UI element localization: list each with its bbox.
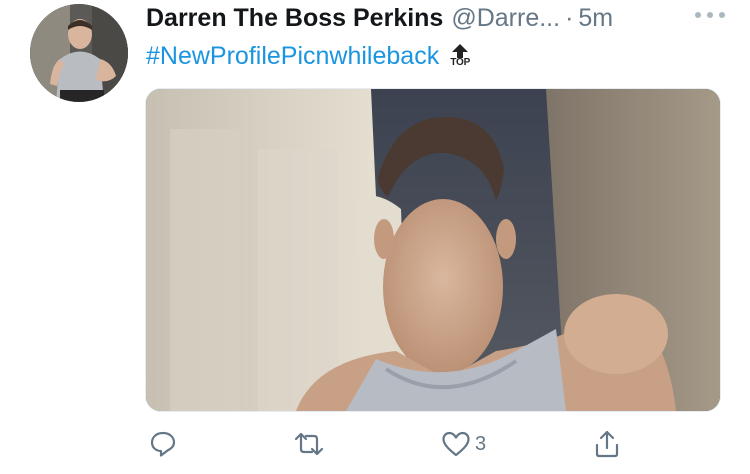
share-button[interactable]	[593, 424, 621, 464]
avatar[interactable]	[30, 4, 128, 102]
heart-icon	[442, 431, 470, 457]
tweet-header: Darren The Boss Perkins @Darre... · 5m	[146, 4, 736, 38]
more-options-icon[interactable]	[692, 8, 728, 22]
user-handle[interactable]: @Darre...	[451, 4, 560, 33]
hashtag-link[interactable]: #NewProfilePicnwhileback	[146, 42, 439, 71]
tweet-photo[interactable]	[145, 88, 721, 412]
top-emoji-label: TOP	[450, 57, 471, 68]
top-arrow-glyph	[452, 44, 469, 58]
top-arrow-icon: TOP	[447, 40, 473, 72]
like-button[interactable]: 3	[441, 424, 486, 464]
avatar-photo	[30, 4, 128, 102]
like-count: 3	[475, 432, 487, 455]
reply-icon	[150, 431, 176, 457]
display-name[interactable]: Darren The Boss Perkins	[146, 4, 443, 33]
timestamp[interactable]: 5m	[578, 4, 613, 33]
tweet-actions: 3	[145, 424, 719, 464]
separator-dot: ·	[565, 4, 574, 32]
tweet[interactable]: Darren The Boss Perkins @Darre... · 5m #…	[0, 0, 750, 474]
retweet-button[interactable]	[293, 424, 325, 464]
retweet-icon	[294, 432, 324, 456]
reply-button[interactable]	[149, 424, 177, 464]
share-icon	[595, 430, 619, 458]
photo-content	[146, 89, 720, 411]
tweet-text: #NewProfilePicnwhileback TOP	[146, 40, 473, 72]
